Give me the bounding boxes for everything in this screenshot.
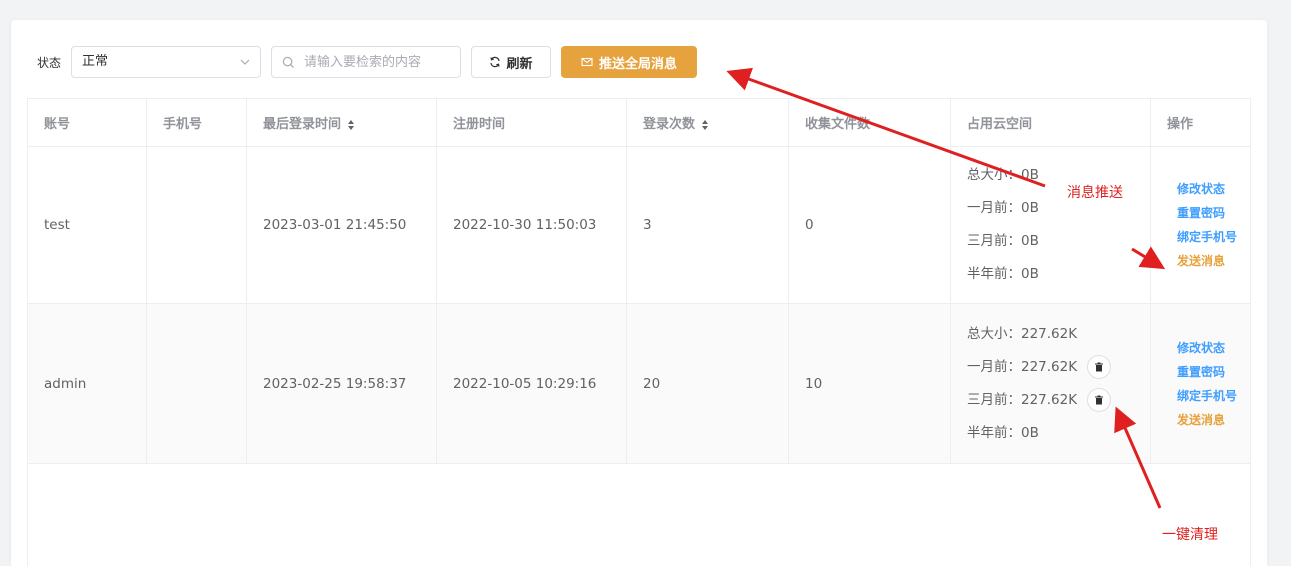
sort-icon[interactable] bbox=[347, 119, 355, 131]
header-actions: 操作 bbox=[1150, 98, 1251, 147]
search-input[interactable] bbox=[304, 48, 454, 76]
reset-password-link[interactable]: 重置密码 bbox=[1177, 204, 1250, 222]
cell-login-count: 20 bbox=[626, 303, 789, 464]
header-phone: 手机号 bbox=[146, 98, 247, 147]
table-header-row: 账号 手机号 最后登录时间 注册时间 登录次数 收集文件数 占用云空间 操作 bbox=[27, 98, 1251, 147]
space-month1: 一月前：227.62K bbox=[967, 358, 1078, 375]
space-month1-line: 一月前：227.62K bbox=[967, 351, 1150, 384]
header-last-login[interactable]: 最后登录时间 bbox=[246, 98, 437, 147]
cell-phone bbox=[146, 303, 247, 464]
header-account: 账号 bbox=[27, 98, 147, 147]
clean-month1-button[interactable] bbox=[1087, 355, 1112, 379]
toolbar: 状态 正常 刷新 推送全局消息 bbox=[11, 46, 1267, 78]
status-select-value: 正常 bbox=[82, 54, 109, 69]
header-registered: 注册时间 bbox=[436, 98, 627, 147]
cell-account: admin bbox=[27, 303, 147, 464]
reset-password-link[interactable]: 重置密码 bbox=[1177, 363, 1250, 381]
refresh-label: 刷新 bbox=[506, 56, 533, 72]
push-global-message-label: 推送全局消息 bbox=[598, 56, 677, 72]
space-month3: 三月前：227.62K bbox=[967, 391, 1078, 408]
space-month6: 半年前：0B bbox=[967, 266, 1039, 282]
header-cloud-space: 占用云空间 bbox=[950, 98, 1151, 147]
modify-status-link[interactable]: 修改状态 bbox=[1177, 339, 1250, 357]
mail-icon bbox=[581, 57, 593, 67]
cell-last-login: 2023-03-01 21:45:50 bbox=[246, 146, 437, 304]
table-row: test 2023-03-01 21:45:50 2022-10-30 11:5… bbox=[27, 146, 1251, 304]
chevron-down-icon bbox=[240, 59, 250, 65]
trash-icon bbox=[1095, 395, 1104, 405]
refresh-icon bbox=[490, 56, 501, 68]
send-message-link[interactable]: 发送消息 bbox=[1177, 252, 1250, 270]
cell-last-login: 2023-02-25 19:58:37 bbox=[246, 303, 437, 464]
clean-annotation-label: 一键清理 bbox=[1162, 527, 1218, 543]
space-total: 总大小：227.62K bbox=[967, 325, 1078, 342]
space-month6: 半年前：0B bbox=[967, 424, 1039, 441]
cell-file-count: 10 bbox=[788, 303, 951, 464]
header-file-count: 收集文件数 bbox=[788, 98, 951, 147]
trash-icon bbox=[1095, 362, 1104, 372]
cell-registered: 2022-10-05 10:29:16 bbox=[436, 303, 627, 464]
space-month3-line: 三月前：227.62K bbox=[967, 384, 1150, 417]
content-card: 状态 正常 刷新 推送全局消息 账号 手机号 最后登录时间 注册 bbox=[11, 20, 1267, 566]
push-global-message-button[interactable]: 推送全局消息 bbox=[561, 46, 697, 78]
cell-account: test bbox=[27, 146, 147, 304]
user-table: 账号 手机号 最后登录时间 注册时间 登录次数 收集文件数 占用云空间 操作 t… bbox=[27, 98, 1251, 566]
status-label: 状态 bbox=[37, 56, 62, 70]
clean-month3-button[interactable] bbox=[1087, 388, 1112, 412]
sort-icon[interactable] bbox=[701, 119, 709, 131]
search-icon bbox=[282, 56, 295, 69]
bind-phone-link[interactable]: 绑定手机号 bbox=[1177, 387, 1250, 405]
header-login-count[interactable]: 登录次数 bbox=[626, 98, 789, 147]
space-month3: 三月前：0B bbox=[967, 233, 1039, 249]
empty-row bbox=[27, 463, 1251, 566]
cell-file-count: 0 bbox=[788, 146, 951, 304]
refresh-button[interactable]: 刷新 bbox=[471, 46, 551, 78]
push-annotation-label: 消息推送 bbox=[1067, 185, 1123, 201]
table-row: admin 2023-02-25 19:58:37 2022-10-05 10:… bbox=[27, 303, 1251, 464]
cell-cloud-space: 总大小：0B 一月前：0B 三月前：0B 半年前：0B bbox=[950, 146, 1151, 304]
search-box bbox=[271, 46, 461, 78]
status-select[interactable]: 正常 bbox=[71, 46, 261, 78]
send-message-link[interactable]: 发送消息 bbox=[1177, 411, 1250, 429]
cell-registered: 2022-10-30 11:50:03 bbox=[436, 146, 627, 304]
modify-status-link[interactable]: 修改状态 bbox=[1177, 180, 1250, 198]
cell-cloud-space: 总大小：227.62K 一月前：227.62K 三月前：227.62K 半年前：… bbox=[950, 303, 1151, 464]
bind-phone-link[interactable]: 绑定手机号 bbox=[1177, 228, 1250, 246]
cell-actions: 修改状态 重置密码 绑定手机号 发送消息 bbox=[1150, 146, 1251, 304]
cell-login-count: 3 bbox=[626, 146, 789, 304]
cell-actions: 修改状态 重置密码 绑定手机号 发送消息 bbox=[1150, 303, 1251, 464]
cell-phone bbox=[146, 146, 247, 304]
